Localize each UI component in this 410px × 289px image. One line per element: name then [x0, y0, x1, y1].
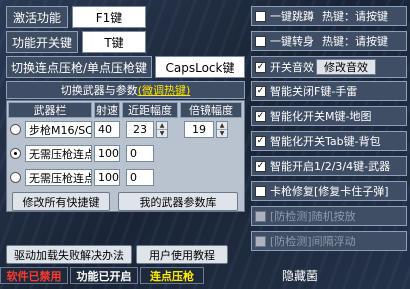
option-checkbox[interactable]: ✓	[255, 135, 266, 147]
weapon-section-title: 切换武器与参数	[60, 84, 138, 97]
weapon-name-field[interactable]: 步枪M16/SCA	[25, 121, 92, 138]
hotkey-label: 热键：	[322, 10, 355, 23]
sound-toggle-row: ✓ 开关音效 修改音效	[251, 56, 407, 78]
option-checkbox[interactable]: ✓	[255, 110, 266, 122]
edit-sound-button[interactable]: 修改音效	[316, 59, 376, 75]
scope-amplitude-spinner[interactable]: ▲ ▼	[216, 121, 228, 138]
sound-toggle-label: 开关音效	[270, 61, 314, 74]
fire-mode-status: 连点压枪	[140, 267, 204, 284]
edit-all-hotkeys-button[interactable]: 修改所有快捷键	[12, 192, 110, 211]
near-amplitude-field[interactable]: 23	[126, 121, 154, 138]
driver-fix-button[interactable]: 驱动加载失败解决办法	[6, 245, 132, 264]
function-status: 功能已开启	[70, 267, 138, 284]
option-checkbox[interactable]: ✓	[255, 85, 266, 97]
quick-turn-label: 一键转身	[270, 35, 314, 48]
fire-rate-field[interactable]: 100	[94, 145, 120, 162]
option-checkbox	[255, 210, 266, 222]
fine-tune-hotkey-link[interactable]: (微调热键)	[138, 82, 191, 98]
activate-label: 激活功能	[6, 6, 68, 28]
scope-amplitude-field[interactable]: 19	[184, 121, 214, 138]
option-label: [防检测]随机按放	[270, 210, 356, 223]
sound-toggle-checkbox[interactable]: ✓	[255, 61, 266, 73]
col-weapon-slot: 武器栏	[8, 102, 92, 118]
option-checkbox	[255, 235, 266, 247]
fire-mode-key-field[interactable]: CapsLock键	[155, 56, 245, 78]
option-label: 卡枪修复[修复卡住子弹]	[270, 185, 389, 198]
software-status: 软件已禁用	[0, 267, 68, 284]
weapon-name-field[interactable]: 无需压枪连点	[25, 169, 92, 186]
fire-mode-key-label: 切换连点压枪/单点压枪键	[6, 56, 152, 78]
weapon-row-radio[interactable]	[10, 124, 21, 135]
col-near-amplitude: 近距幅度	[122, 102, 178, 118]
weapon-params-library-button[interactable]: 我的武器参数库	[118, 192, 238, 211]
option-row: ✓ 智能化开关Tab键-背包	[251, 131, 407, 151]
quick-turn-row: 一键转身 热键： 请按键	[251, 31, 407, 51]
quick-turn-hotkey-field[interactable]: 请按键	[355, 33, 388, 49]
activate-key-field[interactable]: F1键	[72, 6, 146, 28]
fire-rate-field[interactable]: 40	[94, 121, 120, 138]
toggle-key-field[interactable]: T键	[82, 31, 146, 53]
option-label: 智能化开关Tab键-背包	[270, 135, 381, 148]
option-checkbox[interactable]	[255, 185, 266, 197]
hide-button[interactable]: 隐藏菌	[282, 267, 332, 284]
col-scope-amplitude: 倍镜幅度	[180, 102, 242, 118]
near-amplitude-field[interactable]: 0	[126, 145, 154, 162]
weapon-name-field[interactable]: 无需压枪连点	[25, 145, 92, 162]
near-amplitude-field[interactable]: 0	[126, 169, 154, 186]
option-label: [防检测]间隔浮动	[270, 235, 356, 248]
bunny-hop-row: 一键跳蹲 热键： 请按键	[251, 6, 407, 26]
hotkey-label: 热键：	[322, 35, 355, 48]
quick-turn-checkbox[interactable]	[255, 35, 266, 47]
bunny-hop-label: 一键跳蹲	[270, 10, 314, 23]
option-label: 智能开启1/2/3/4键-武器	[270, 160, 391, 173]
option-row: ✓ 智能化开关M键-地图	[251, 106, 407, 126]
option-row-disabled: [防检测]随机按放	[251, 206, 407, 226]
weapon-row-radio[interactable]	[10, 172, 21, 183]
option-label: 智能化开关M键-地图	[270, 110, 372, 123]
weapon-section-header: 切换武器与参数 (微调热键)	[6, 81, 245, 99]
user-tutorial-button[interactable]: 用户使用教程	[136, 245, 228, 264]
option-row: ✓ 智能开启1/2/3/4键-武器	[251, 156, 407, 176]
option-row-disabled: [防检测]间隔浮动	[251, 231, 407, 251]
option-row: 卡枪修复[修复卡住子弹]	[251, 181, 407, 201]
option-row: ✓ 智能关闭F键-手雷	[251, 81, 407, 101]
col-fire-rate: 射速	[94, 102, 120, 118]
weapon-row-radio-selected[interactable]	[10, 148, 21, 159]
bunny-hop-hotkey-field[interactable]: 请按键	[355, 8, 388, 24]
fire-rate-field[interactable]: 100	[94, 169, 120, 186]
option-label: 智能关闭F键-手雷	[270, 85, 358, 98]
toggle-key-label: 功能开关键	[6, 31, 78, 53]
bunny-hop-checkbox[interactable]	[255, 10, 266, 22]
option-checkbox[interactable]: ✓	[255, 160, 266, 172]
near-amplitude-spinner[interactable]: ▲ ▼	[156, 121, 168, 138]
